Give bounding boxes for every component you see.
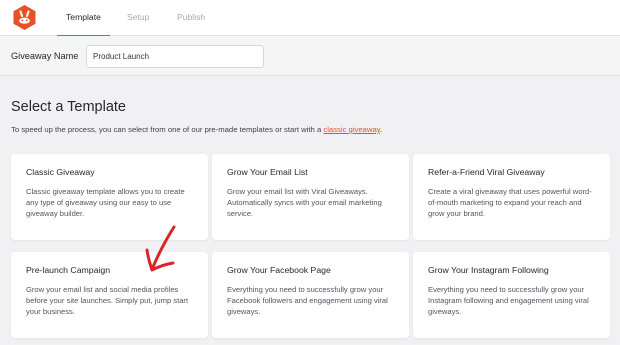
page-subtitle: To speed up the process, you can select … xyxy=(11,125,382,134)
giveaway-name-bar: Giveaway Name xyxy=(0,36,620,76)
template-card-title: Classic Giveaway xyxy=(26,167,95,177)
tab-setup[interactable]: Setup xyxy=(127,0,149,36)
template-card-grow-email-list[interactable]: Grow Your Email List Grow your email lis… xyxy=(212,154,409,240)
template-card-description: Grow your email list and social media pr… xyxy=(26,285,189,316)
template-card-refer-a-friend[interactable]: Refer-a-Friend Viral Giveaway Create a v… xyxy=(413,154,610,240)
giveaway-name-label: Giveaway Name xyxy=(11,51,79,61)
classic-giveaway-link[interactable]: classic giveaway xyxy=(323,125,380,134)
template-card-classic-giveaway[interactable]: Classic Giveaway Classic giveaway templa… xyxy=(11,154,208,240)
template-card-grow-instagram[interactable]: Grow Your Instagram Following Everything… xyxy=(413,252,610,338)
rafflepress-logo-icon[interactable] xyxy=(11,4,38,31)
template-card-title: Pre-launch Campaign xyxy=(26,265,111,275)
template-card-title: Grow Your Email List xyxy=(227,167,308,177)
template-card-description: Everything you need to successfully grow… xyxy=(428,285,589,316)
template-card-title: Grow Your Facebook Page xyxy=(227,265,331,275)
template-card-title: Refer-a-Friend Viral Giveaway xyxy=(428,167,545,177)
tab-template[interactable]: Template xyxy=(57,0,110,37)
template-card-pre-launch-campaign[interactable]: Pre-launch Campaign Grow your email list… xyxy=(11,252,208,338)
page-title: Select a Template xyxy=(11,99,126,115)
template-card-description: Create a viral giveaway that uses powerf… xyxy=(428,187,592,218)
subtitle-text: To speed up the process, you can select … xyxy=(11,125,324,134)
template-card-title: Grow Your Instagram Following xyxy=(428,265,549,275)
template-card-description: Everything you need to successfully grow… xyxy=(227,285,388,316)
tab-publish[interactable]: Publish xyxy=(177,0,205,36)
giveaway-name-input[interactable] xyxy=(86,45,264,68)
template-card-description: Grow your email list with Viral Giveaway… xyxy=(227,187,382,218)
template-card-grow-facebook-page[interactable]: Grow Your Facebook Page Everything you n… xyxy=(212,252,409,338)
top-nav-bar: Template Setup Publish xyxy=(0,0,620,37)
subtitle-end: . xyxy=(380,125,383,134)
template-card-description: Classic giveaway template allows you to … xyxy=(26,187,185,218)
